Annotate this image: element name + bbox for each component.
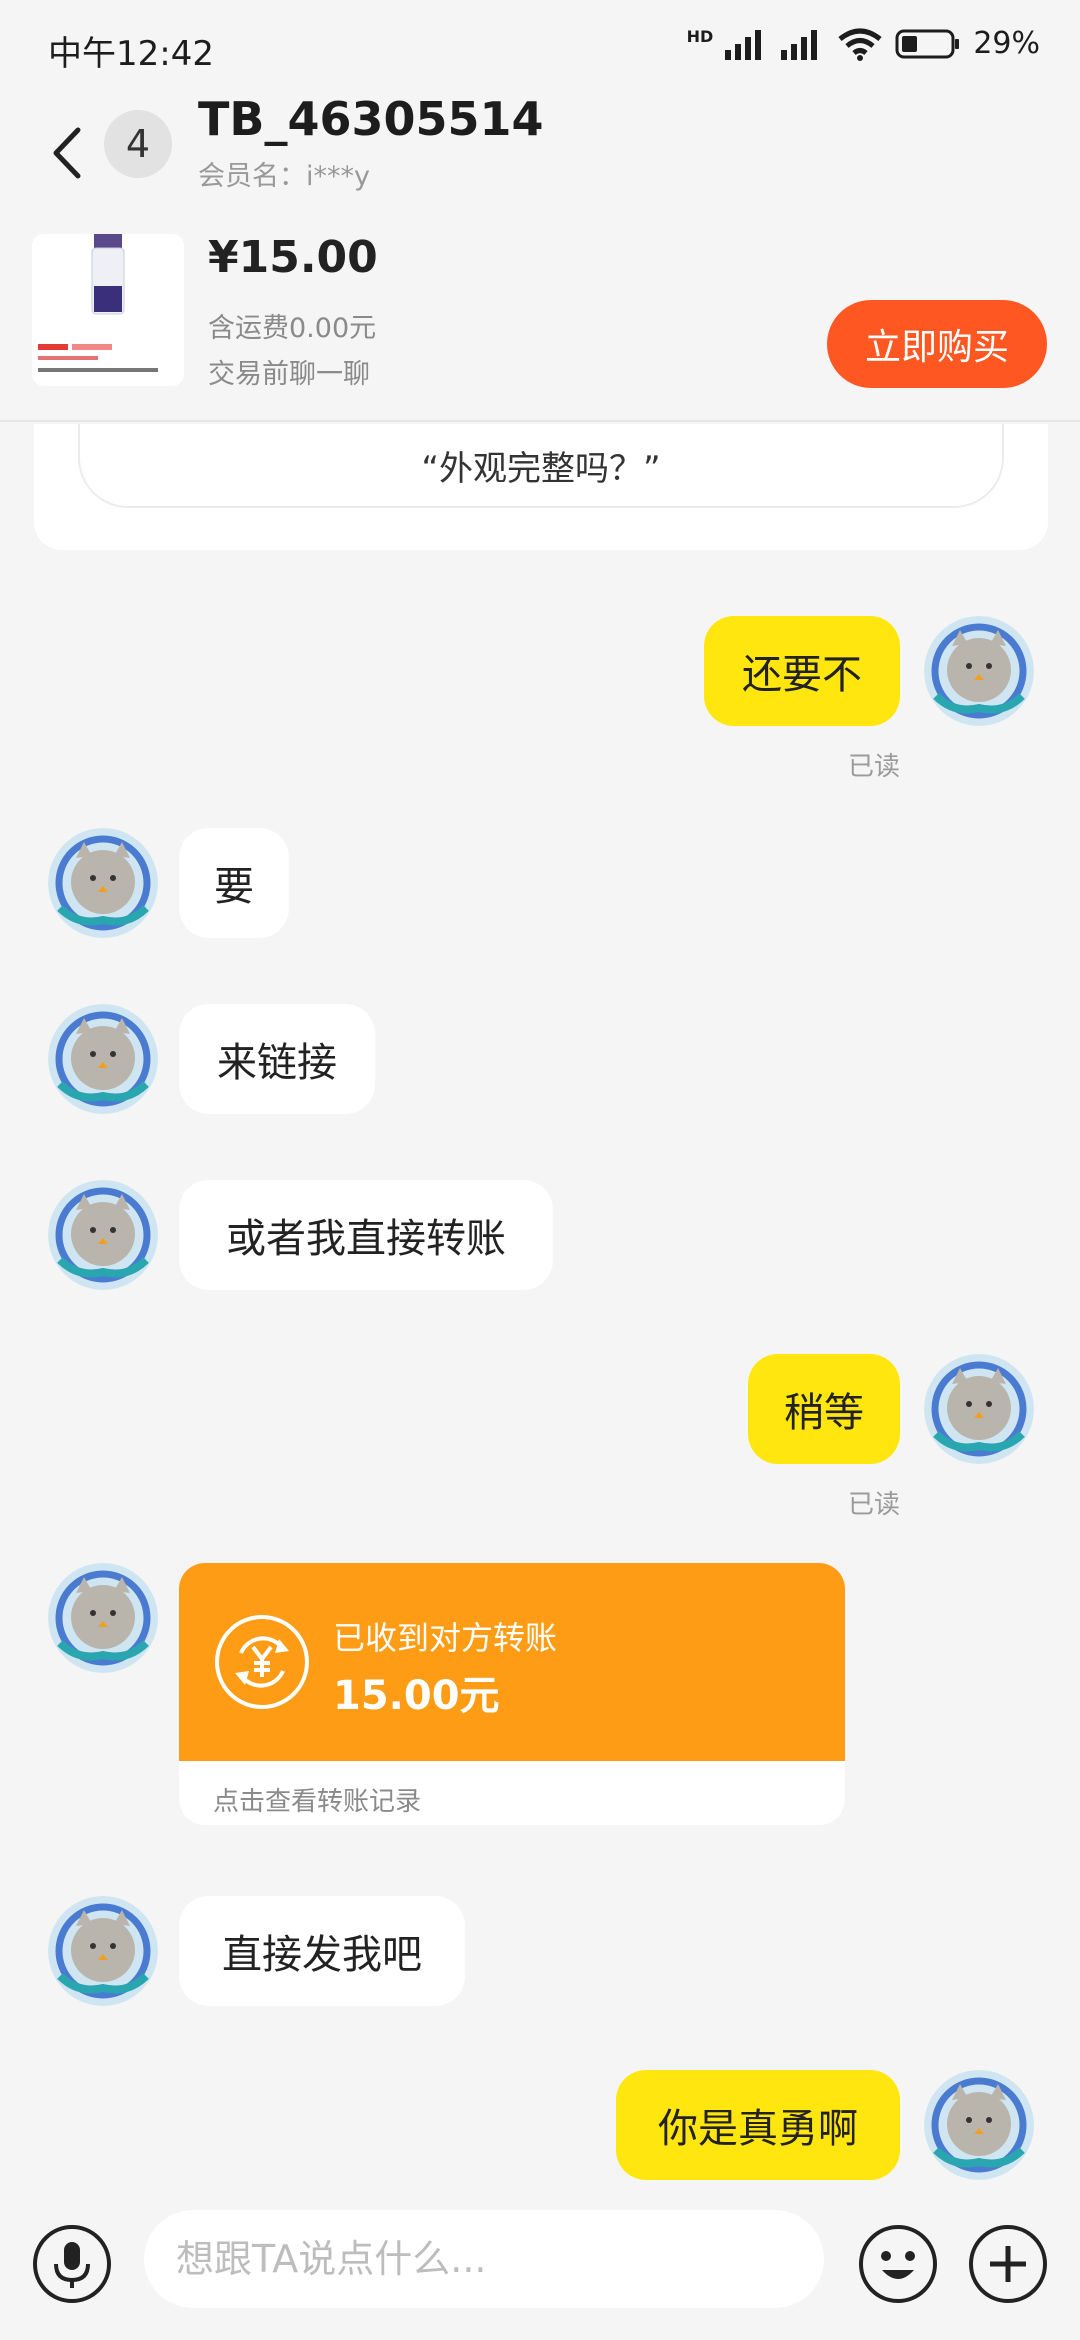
- signal-icon-2: [781, 29, 818, 60]
- message-bubble-me[interactable]: 还要不: [704, 616, 900, 726]
- contact-avatar[interactable]: [48, 1563, 158, 1673]
- member-name: 会员名：i***y: [198, 161, 370, 192]
- yuan-transfer-icon: [215, 1615, 309, 1709]
- status-time: 中午12:42: [48, 34, 214, 74]
- read-status: 已读: [848, 1490, 901, 1520]
- smile-emoji-icon[interactable]: [858, 2224, 938, 2304]
- message-bubble-them[interactable]: 直接发我吧: [179, 1896, 465, 2006]
- transfer-card-header: 已收到对方转账 15.00元: [179, 1563, 845, 1761]
- plus-circle-icon[interactable]: [968, 2224, 1048, 2304]
- contact-avatar[interactable]: [48, 1004, 158, 1114]
- status-bar: 中午12:42 HD 29%: [0, 0, 1080, 96]
- quick-question-pill[interactable]: “外观完整吗？”: [78, 424, 1004, 508]
- transfer-title: 已收到对方转账: [333, 1619, 558, 1657]
- status-indicators: HD 29%: [687, 26, 1040, 61]
- cat-avatar-icon: [48, 1004, 158, 1114]
- transfer-record-link[interactable]: 点击查看转账记录: [213, 1781, 421, 1818]
- cat-avatar-icon: [924, 2070, 1034, 2180]
- transfer-card[interactable]: 已收到对方转账 15.00元 点击查看转账记录: [179, 1563, 845, 1825]
- cat-avatar-icon: [48, 828, 158, 938]
- shipping-fee: 含运费0.00元: [208, 313, 377, 344]
- network-type-label: HD: [686, 27, 714, 46]
- my-avatar[interactable]: [924, 616, 1034, 726]
- input-bar: [0, 2196, 1080, 2340]
- chat-note: 交易前聊一聊: [208, 359, 370, 390]
- contact-avatar[interactable]: [48, 1180, 158, 1290]
- wifi-icon: [838, 28, 882, 61]
- message-bubble-me[interactable]: 稍等: [748, 1354, 900, 1464]
- contact-name: TB_46305514: [198, 92, 544, 146]
- cat-avatar-icon: [924, 616, 1034, 726]
- buy-now-button[interactable]: 立即购买: [827, 300, 1047, 388]
- product-image: [32, 234, 184, 386]
- message-bubble-them[interactable]: 要: [179, 828, 289, 938]
- my-avatar[interactable]: [924, 1354, 1034, 1464]
- transfer-amount: 15.00元: [333, 1673, 500, 1719]
- signal-icon: [725, 29, 762, 60]
- cat-avatar-icon: [48, 1896, 158, 2006]
- message-bubble-me[interactable]: 你是真勇啊: [616, 2070, 900, 2180]
- my-avatar[interactable]: [924, 2070, 1034, 2180]
- product-thumbnail[interactable]: [32, 234, 184, 386]
- quick-question-card: “外观完整吗？”: [34, 424, 1048, 550]
- cat-avatar-icon: [924, 1354, 1034, 1464]
- product-price: ¥15.00: [208, 232, 378, 283]
- cat-avatar-icon: [48, 1563, 158, 1673]
- message-bubble-them[interactable]: 来链接: [179, 1004, 375, 1114]
- back-icon[interactable]: [40, 118, 100, 188]
- read-status: 已读: [848, 752, 901, 782]
- microphone-icon[interactable]: [32, 2224, 112, 2304]
- battery-icon: [895, 29, 960, 58]
- contact-avatar[interactable]: [48, 828, 158, 938]
- battery-level: 29%: [973, 26, 1040, 61]
- message-bubble-them[interactable]: 或者我直接转账: [179, 1180, 553, 1290]
- contact-avatar[interactable]: [48, 1896, 158, 2006]
- cat-avatar-icon: [48, 1180, 158, 1290]
- unread-count-badge[interactable]: 4: [104, 110, 172, 178]
- message-input[interactable]: [144, 2210, 824, 2308]
